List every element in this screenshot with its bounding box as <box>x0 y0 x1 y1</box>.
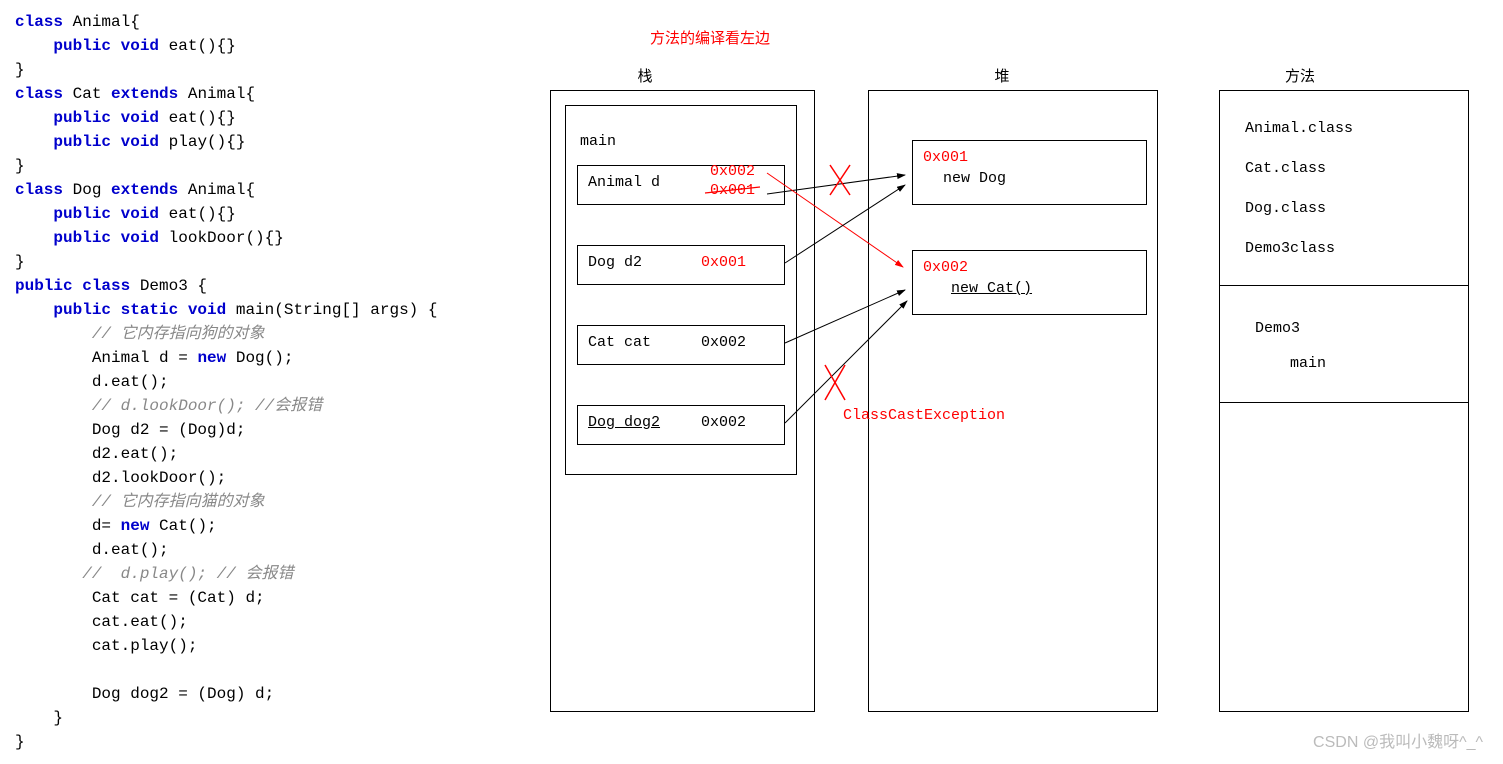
method-box <box>1219 90 1469 712</box>
t: Cat <box>63 85 111 103</box>
main-label: main <box>580 133 616 150</box>
stack-row-4: Dog dog2 0x002 <box>577 405 785 445</box>
heap-cell-2: 0x002 new Cat() <box>912 250 1147 315</box>
cm: // 它内存指向狗的对象 <box>15 325 265 343</box>
var: Dog dog2 <box>588 414 660 431</box>
t: Animal d = <box>15 349 197 367</box>
t: eat(){} <box>159 37 236 55</box>
t: eat(){} <box>159 205 236 223</box>
addr: 0x002 <box>923 259 1136 276</box>
stack-row-2: Dog d2 0x001 <box>577 245 785 285</box>
addr-001: 0x001 <box>710 182 755 199</box>
t: cat.eat(); <box>15 613 188 631</box>
kw: public void <box>15 37 159 55</box>
class-1: Animal.class <box>1245 120 1353 137</box>
t: Dog(); <box>226 349 293 367</box>
t: Cat cat = (Cat) d; <box>15 589 265 607</box>
val: new Cat() <box>951 280 1136 297</box>
kw: extends <box>111 85 178 103</box>
t: Animal{ <box>178 85 255 103</box>
addr: 0x001 <box>701 254 746 271</box>
t: Dog dog2 = (Dog) d; <box>15 685 274 703</box>
cm: // d.lookDoor(); //会报错 <box>15 397 322 415</box>
t: play(){} <box>159 133 245 151</box>
kw: class <box>15 13 63 31</box>
method-entry: Demo3 <box>1255 320 1300 337</box>
t: } <box>15 157 25 175</box>
method-main: main <box>1290 355 1326 372</box>
memory-diagram: 方法的编译看左边 栈 堆 方法 main Animal d 0x002 0x00… <box>545 5 1498 725</box>
addr: 0x001 <box>923 149 1136 166</box>
kw: public void <box>15 109 159 127</box>
t: lookDoor(){} <box>159 229 284 247</box>
t: d.eat(); <box>15 373 169 391</box>
compile-note: 方法的编译看左边 <box>650 27 770 48</box>
method-title: 方法 <box>1280 65 1320 86</box>
t: } <box>15 253 25 271</box>
kw: public static void <box>15 301 226 319</box>
cm: // 它内存指向猫的对象 <box>15 493 265 511</box>
exception-label: ClassCastException <box>843 407 1005 424</box>
kw: public void <box>15 205 159 223</box>
method-divider-2 <box>1219 402 1469 403</box>
t: d.eat(); <box>15 541 169 559</box>
addr-002: 0x002 <box>710 163 755 180</box>
var: Dog d2 <box>588 254 642 271</box>
class-2: Cat.class <box>1245 160 1326 177</box>
t: } <box>15 61 25 79</box>
var: Animal d <box>588 174 660 191</box>
t: cat.play(); <box>15 637 197 655</box>
t: Dog <box>63 181 111 199</box>
t: Dog d2 = (Dog)d; <box>15 421 245 439</box>
addr: 0x002 <box>701 334 746 351</box>
code-block: class Animal{ public void eat(){} } clas… <box>5 5 545 759</box>
stack-title: 栈 <box>625 65 665 86</box>
kw: class <box>15 85 63 103</box>
t: eat(){} <box>159 109 236 127</box>
kw: public void <box>15 133 159 151</box>
kw: public class <box>15 277 130 295</box>
t: Cat(); <box>149 517 216 535</box>
t: Animal{ <box>63 13 140 31</box>
kw: new <box>121 517 150 535</box>
kw: extends <box>111 181 178 199</box>
t: main(String[] args) { <box>226 301 437 319</box>
heap-cell-1: 0x001 new Dog <box>912 140 1147 205</box>
t: } <box>15 709 63 727</box>
method-divider-1 <box>1219 285 1469 286</box>
class-3: Dog.class <box>1245 200 1326 217</box>
var: Cat cat <box>588 334 651 351</box>
t: Animal{ <box>178 181 255 199</box>
kw: class <box>15 181 63 199</box>
addr: 0x002 <box>701 414 746 431</box>
watermark: CSDN @我叫小魏呀^_^ <box>1313 728 1483 752</box>
t: Demo3 { <box>130 277 207 295</box>
cm: // d.play(); // 会报错 <box>15 565 293 583</box>
t: d2.lookDoor(); <box>15 469 226 487</box>
t: d= <box>15 517 121 535</box>
heap-title: 堆 <box>982 65 1022 86</box>
kw: new <box>197 349 226 367</box>
kw: public void <box>15 229 159 247</box>
val: new Dog <box>943 170 1136 187</box>
stack-row-3: Cat cat 0x002 <box>577 325 785 365</box>
class-4: Demo3class <box>1245 240 1335 257</box>
t: d2.eat(); <box>15 445 178 463</box>
main-container: class Animal{ public void eat(){} } clas… <box>5 5 1498 759</box>
t: } <box>15 733 25 751</box>
